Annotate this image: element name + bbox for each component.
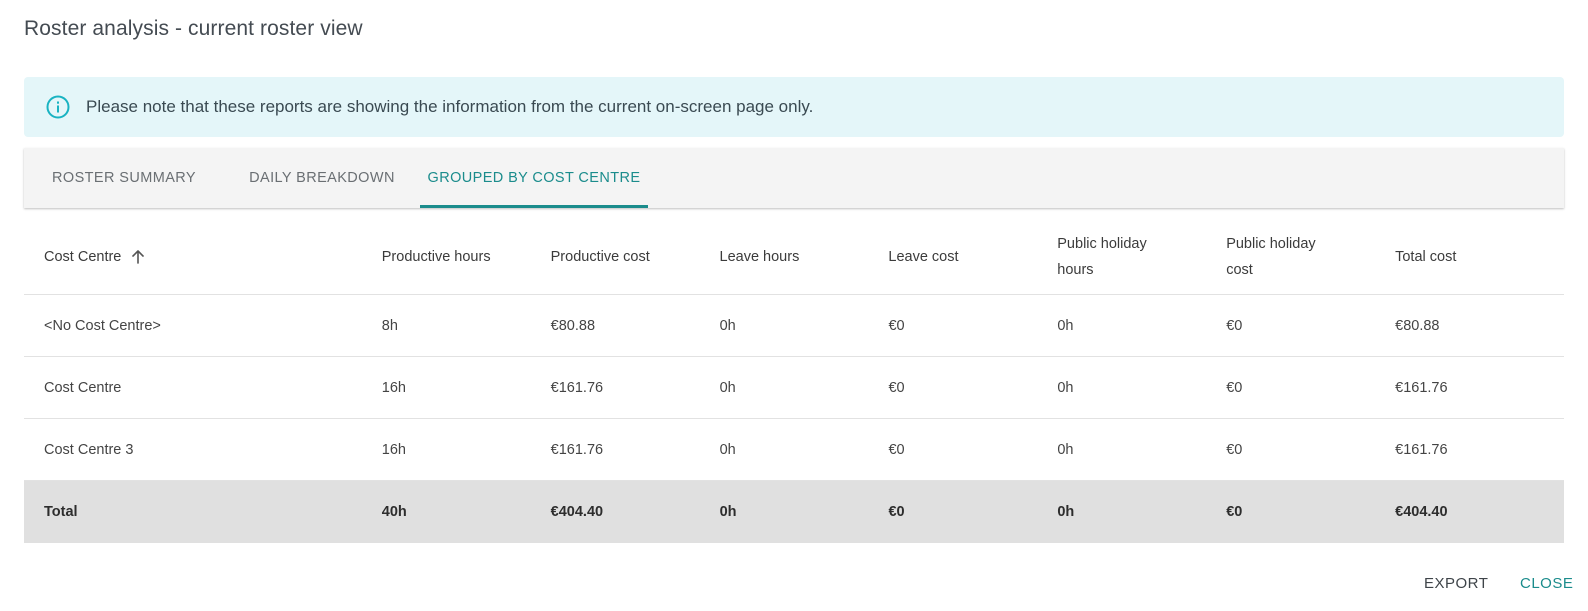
total-public-holiday-cost: €0 bbox=[1226, 504, 1243, 520]
total-public-holiday-hours: 0h bbox=[1057, 504, 1075, 520]
tab-roster-summary[interactable]: ROSTER SUMMARY bbox=[24, 148, 224, 208]
cell-public-holiday-cost: €0 bbox=[1226, 317, 1243, 334]
column-header-total-cost[interactable]: Total cost bbox=[1395, 244, 1564, 270]
info-banner-text: Please note that these reports are showi… bbox=[86, 97, 814, 116]
export-button[interactable]: EXPORT bbox=[1424, 575, 1488, 592]
cell-public-holiday-cost: €0 bbox=[1226, 441, 1243, 458]
cell-cost-centre: Cost Centre bbox=[44, 379, 122, 396]
column-header-label: Cost Centre bbox=[44, 249, 122, 265]
column-header-productive-cost[interactable]: Productive cost bbox=[551, 244, 720, 270]
info-banner: Please note that these reports are showi… bbox=[24, 77, 1564, 137]
total-label: Total bbox=[44, 504, 78, 520]
total-total-cost: €404.40 bbox=[1395, 504, 1448, 520]
cell-public-holiday-cost: €0 bbox=[1226, 379, 1243, 396]
dialog-title: Roster analysis - current roster view bbox=[24, 17, 363, 40]
cell-total-cost: €161.76 bbox=[1395, 441, 1448, 458]
cell-public-holiday-hours: 0h bbox=[1057, 441, 1074, 458]
cell-cost-centre: Cost Centre 3 bbox=[44, 441, 134, 458]
close-button[interactable]: CLOSE bbox=[1520, 575, 1573, 592]
table-row: Cost Centre 3 16h €161.76 0h €0 0h €0 €1… bbox=[24, 419, 1564, 481]
tab-daily-breakdown[interactable]: DAILY BREAKDOWN bbox=[224, 148, 420, 208]
cell-leave-cost: €0 bbox=[888, 379, 905, 396]
column-header-public-holiday-cost[interactable]: Public holiday cost bbox=[1226, 231, 1346, 283]
table-row: <No Cost Centre> 8h €80.88 0h €0 0h €0 €… bbox=[24, 295, 1564, 357]
total-productive-hours: 40h bbox=[381, 504, 407, 520]
column-header-cost-centre[interactable]: Cost Centre bbox=[24, 244, 382, 270]
report-tabs: ROSTER SUMMARY DAILY BREAKDOWN GROUPED B… bbox=[24, 148, 1564, 208]
table-row: Cost Centre 16h €161.76 0h €0 0h €0 €161… bbox=[24, 357, 1564, 419]
cell-total-cost: €80.88 bbox=[1395, 317, 1440, 334]
cell-public-holiday-hours: 0h bbox=[1057, 379, 1074, 396]
column-header-leave-cost[interactable]: Leave cost bbox=[888, 244, 1057, 270]
tab-grouped-by-cost-centre[interactable]: GROUPED BY COST CENTRE bbox=[420, 148, 648, 208]
cell-productive-hours: 8h bbox=[381, 317, 398, 334]
cell-leave-hours: 0h bbox=[719, 441, 736, 458]
cell-productive-hours: 16h bbox=[381, 441, 406, 458]
cell-productive-cost: €161.76 bbox=[550, 441, 604, 458]
total-leave-hours: 0h bbox=[719, 504, 737, 520]
cell-productive-cost: €80.88 bbox=[550, 317, 596, 334]
cell-total-cost: €161.76 bbox=[1395, 379, 1448, 396]
info-icon bbox=[45, 94, 71, 120]
cell-productive-hours: 16h bbox=[381, 379, 406, 396]
cost-centre-table: Cost Centre Productive hours Productive … bbox=[24, 220, 1564, 543]
cell-cost-centre: <No Cost Centre> bbox=[44, 317, 161, 334]
cell-leave-hours: 0h bbox=[719, 379, 736, 396]
cell-leave-cost: €0 bbox=[888, 317, 905, 334]
table-total-row: Total 40h €404.40 0h €0 0h €0 €404.40 bbox=[24, 481, 1564, 543]
column-header-productive-hours[interactable]: Productive hours bbox=[382, 244, 551, 270]
cell-public-holiday-hours: 0h bbox=[1057, 317, 1074, 334]
arrow-up-icon[interactable] bbox=[129, 248, 147, 266]
cell-leave-cost: €0 bbox=[888, 441, 905, 458]
cell-productive-cost: €161.76 bbox=[550, 379, 604, 396]
total-productive-cost: €404.40 bbox=[550, 504, 604, 520]
column-header-public-holiday-hours[interactable]: Public holiday hours bbox=[1057, 231, 1177, 283]
table-header-row: Cost Centre Productive hours Productive … bbox=[24, 220, 1564, 295]
cell-leave-hours: 0h bbox=[719, 317, 736, 334]
column-header-leave-hours[interactable]: Leave hours bbox=[720, 244, 889, 270]
total-leave-cost: €0 bbox=[888, 504, 905, 520]
